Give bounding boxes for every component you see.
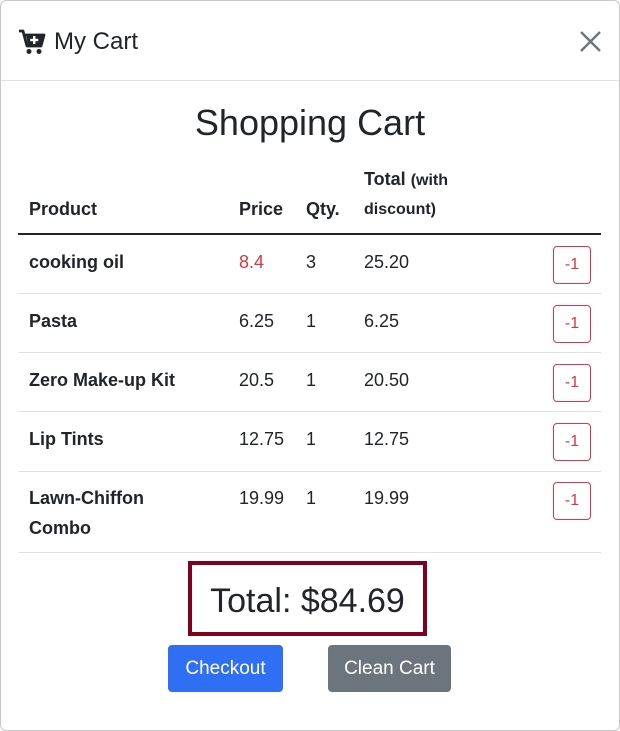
header-total-discount: discount): [364, 201, 436, 218]
product-price: 19.99: [239, 488, 285, 508]
total-box: Total: $84.69: [188, 561, 427, 636]
header-product: Product: [29, 199, 98, 219]
product-qty: 1: [306, 311, 317, 331]
cart-modal: My Cart Shopping Cart Product Price Qty.…: [0, 0, 620, 731]
row-divider: [18, 552, 601, 553]
header-divider: [18, 233, 601, 235]
product-name: Zero Make-up Kit: [29, 370, 176, 390]
cart-icon: [19, 29, 46, 54]
product-total: 6.25: [364, 311, 400, 331]
decrement-button[interactable]: -1: [553, 423, 591, 461]
product-total: 19.99: [364, 488, 410, 508]
header-qty: Qty.: [306, 199, 340, 219]
clean-cart-button[interactable]: Clean Cart: [328, 645, 451, 692]
decrement-button[interactable]: -1: [553, 246, 591, 284]
row-divider: [18, 411, 601, 412]
product-total: 20.50: [364, 370, 410, 390]
product-total: 25.20: [364, 252, 410, 272]
close-icon[interactable]: [575, 27, 605, 57]
header-price: Price: [239, 199, 284, 219]
modal-header: My Cart: [1, 1, 619, 81]
header-total: Total (with: [364, 164, 448, 196]
page-heading: Shopping Cart: [194, 102, 426, 143]
decrement-button[interactable]: -1: [553, 305, 591, 343]
header-total-label: Total: [364, 169, 406, 189]
product-qty: 1: [306, 488, 317, 508]
cart-total: Total: $84.69: [210, 582, 405, 620]
product-name: cooking oil: [29, 252, 125, 272]
row-divider: [18, 471, 601, 472]
product-name: Pasta: [29, 311, 78, 331]
modal-title: My Cart: [54, 28, 138, 55]
decrement-button[interactable]: -1: [553, 482, 591, 520]
product-name: Lip Tints: [29, 429, 104, 449]
product-total: 12.75: [364, 429, 410, 449]
row-divider: [18, 352, 601, 353]
product-price: 6.25: [239, 311, 275, 331]
product-price: 8.4: [239, 252, 265, 272]
header-total-with: (with: [410, 172, 449, 189]
row-divider: [18, 293, 601, 294]
product-price: 12.75: [239, 429, 285, 449]
product-qty: 1: [306, 429, 317, 449]
product-price: 20.5: [239, 370, 275, 390]
product-name: Lawn-Chiffon Combo: [29, 488, 144, 538]
decrement-button[interactable]: -1: [553, 364, 591, 402]
product-qty: 1: [306, 370, 317, 390]
checkout-button[interactable]: Checkout: [168, 645, 283, 692]
product-qty: 3: [306, 252, 317, 272]
